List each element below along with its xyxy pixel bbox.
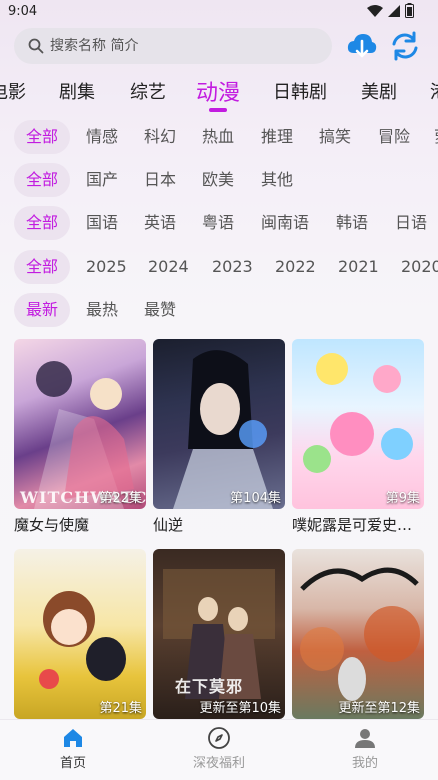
filter-lang-cantonese[interactable]: 粤语 [202,206,234,240]
user-icon [355,729,375,748]
poster-art [300,567,420,701]
filter-lang-english[interactable]: 英语 [144,206,176,240]
tab-series[interactable]: 剧集 [59,78,95,104]
filter-region-china[interactable]: 国产 [86,163,118,197]
bottom-nav: 首页 深夜福利 我的 [0,719,438,780]
poster-image: 第21集 [14,549,146,719]
filter-year-2023[interactable]: 2023 [212,250,253,284]
filter-genre-scifi[interactable]: 科幻 [144,120,176,154]
poster-art [303,353,413,473]
filter-region-all[interactable]: 全部 [14,163,71,197]
wifi-icon [367,4,383,17]
filter-year-2020[interactable]: 2020 [401,250,438,284]
sort-latest[interactable]: 最新 [14,293,71,327]
nav-label: 首页 [59,756,86,771]
poster-image: 更新至第12集 [292,549,424,719]
filter-genre-action[interactable]: 热血 [202,120,234,154]
episode-badge: 第22集 [99,491,142,506]
year-filter: 全部 2025 2024 2023 2022 2021 2020 [0,250,438,286]
card-puniru[interactable]: 第9集 噗妮露是可爱史莱姆 [292,339,424,535]
filter-region-other[interactable]: 其他 [261,163,293,197]
episode-badge: 更新至第10集 [199,701,281,716]
card-title: 仙逆 [153,516,184,534]
filter-genre-adventure[interactable]: 冒险 [378,120,410,154]
sort-filter: 最新 最热 最赞 [0,293,438,329]
filter-lang-minnan[interactable]: 闽南语 [261,206,309,240]
nav-label: 我的 [351,756,378,771]
card-title: 魔女与使魔 [14,516,90,534]
card-anime-4[interactable]: 第21集 [14,549,146,719]
card-anime-5[interactable]: 在下莫邪 更新至第10集 [153,549,285,719]
language-filter: 全部 国语 英语 粤语 闽南语 韩语 日语 [0,206,438,242]
sort-most-liked[interactable]: 最赞 [144,293,176,327]
card-witchwatch[interactable]: WITCHWATCH 第22集 魔女与使魔 [14,339,146,535]
genre-filter: 全部 情感 科幻 热血 推理 搞笑 冒险 萝 [0,120,438,156]
filter-year-2021[interactable]: 2021 [338,250,379,284]
filter-region-japan[interactable]: 日本 [144,163,176,197]
poster-image: 第104集 [153,339,285,509]
episode-badge: 更新至第12集 [338,701,420,716]
poster-art [39,591,126,689]
poster-art [173,350,273,509]
tab-hk-drama[interactable]: 港 [430,78,438,104]
status-time: 9:04 [8,4,38,19]
refresh-icon[interactable] [388,29,422,63]
episode-badge: 第9集 [385,491,420,506]
filter-genre-all[interactable]: 全部 [14,120,71,154]
nav-label: 深夜福利 [192,756,245,771]
filter-lang-korean[interactable]: 韩语 [336,206,368,240]
region-filter: 全部 国产 日本 欧美 其他 [0,163,438,199]
battery-icon [405,3,414,18]
category-tabs: 电影 剧集 综艺 动漫 日韩剧 美剧 港 [0,70,438,114]
active-tab-indicator [209,108,227,112]
nav-late-night[interactable]: 深夜福利 [169,726,269,771]
filter-lang-mandarin[interactable]: 国语 [86,206,118,240]
filter-year-2025[interactable]: 2025 [86,250,127,284]
tab-us-drama[interactable]: 美剧 [361,78,397,104]
card-xianni[interactable]: 第104集 仙逆 [153,339,285,535]
nav-profile[interactable]: 我的 [315,726,415,771]
filter-year-all[interactable]: 全部 [14,250,71,284]
episode-badge: 第104集 [230,491,281,506]
search-bar[interactable] [14,28,332,64]
cloud-download-icon[interactable] [345,29,379,63]
search-input[interactable] [48,37,312,55]
filter-year-2022[interactable]: 2022 [275,250,316,284]
filter-genre-comedy[interactable]: 搞笑 [319,120,351,154]
episode-badge: 第21集 [99,701,142,716]
card-anime-6[interactable]: 更新至第12集 [292,549,424,719]
nav-home[interactable]: 首页 [23,726,123,771]
poster-image: 第9集 [292,339,424,509]
filter-genre-mystery[interactable]: 推理 [261,120,293,154]
status-bar: 9:04 [0,0,438,24]
poster-art [34,361,134,509]
card-title: 噗妮露是可爱史莱姆 [292,516,424,534]
filter-lang-all[interactable]: 全部 [14,206,71,240]
poster-image: 在下莫邪 更新至第10集 [153,549,285,719]
sort-hottest[interactable]: 最热 [86,293,118,327]
tab-movies[interactable]: 电影 [0,78,26,104]
compass-icon [208,727,230,749]
status-icons [367,3,414,18]
tab-jk-drama[interactable]: 日韩剧 [273,78,327,104]
filter-year-2024[interactable]: 2024 [148,250,189,284]
poster-logo: 在下莫邪 [175,677,244,696]
tab-variety[interactable]: 综艺 [130,78,166,104]
home-icon [64,729,82,747]
filter-genre-loli[interactable]: 萝 [434,120,438,154]
filter-genre-romance[interactable]: 情感 [86,120,118,154]
poster-image: WITCHWATCH 第22集 [14,339,146,509]
search-icon [28,38,44,54]
filter-lang-japanese[interactable]: 日语 [395,206,427,240]
signal-icon [388,4,400,17]
filter-region-west[interactable]: 欧美 [202,163,234,197]
tab-anime[interactable]: 动漫 [196,75,240,107]
